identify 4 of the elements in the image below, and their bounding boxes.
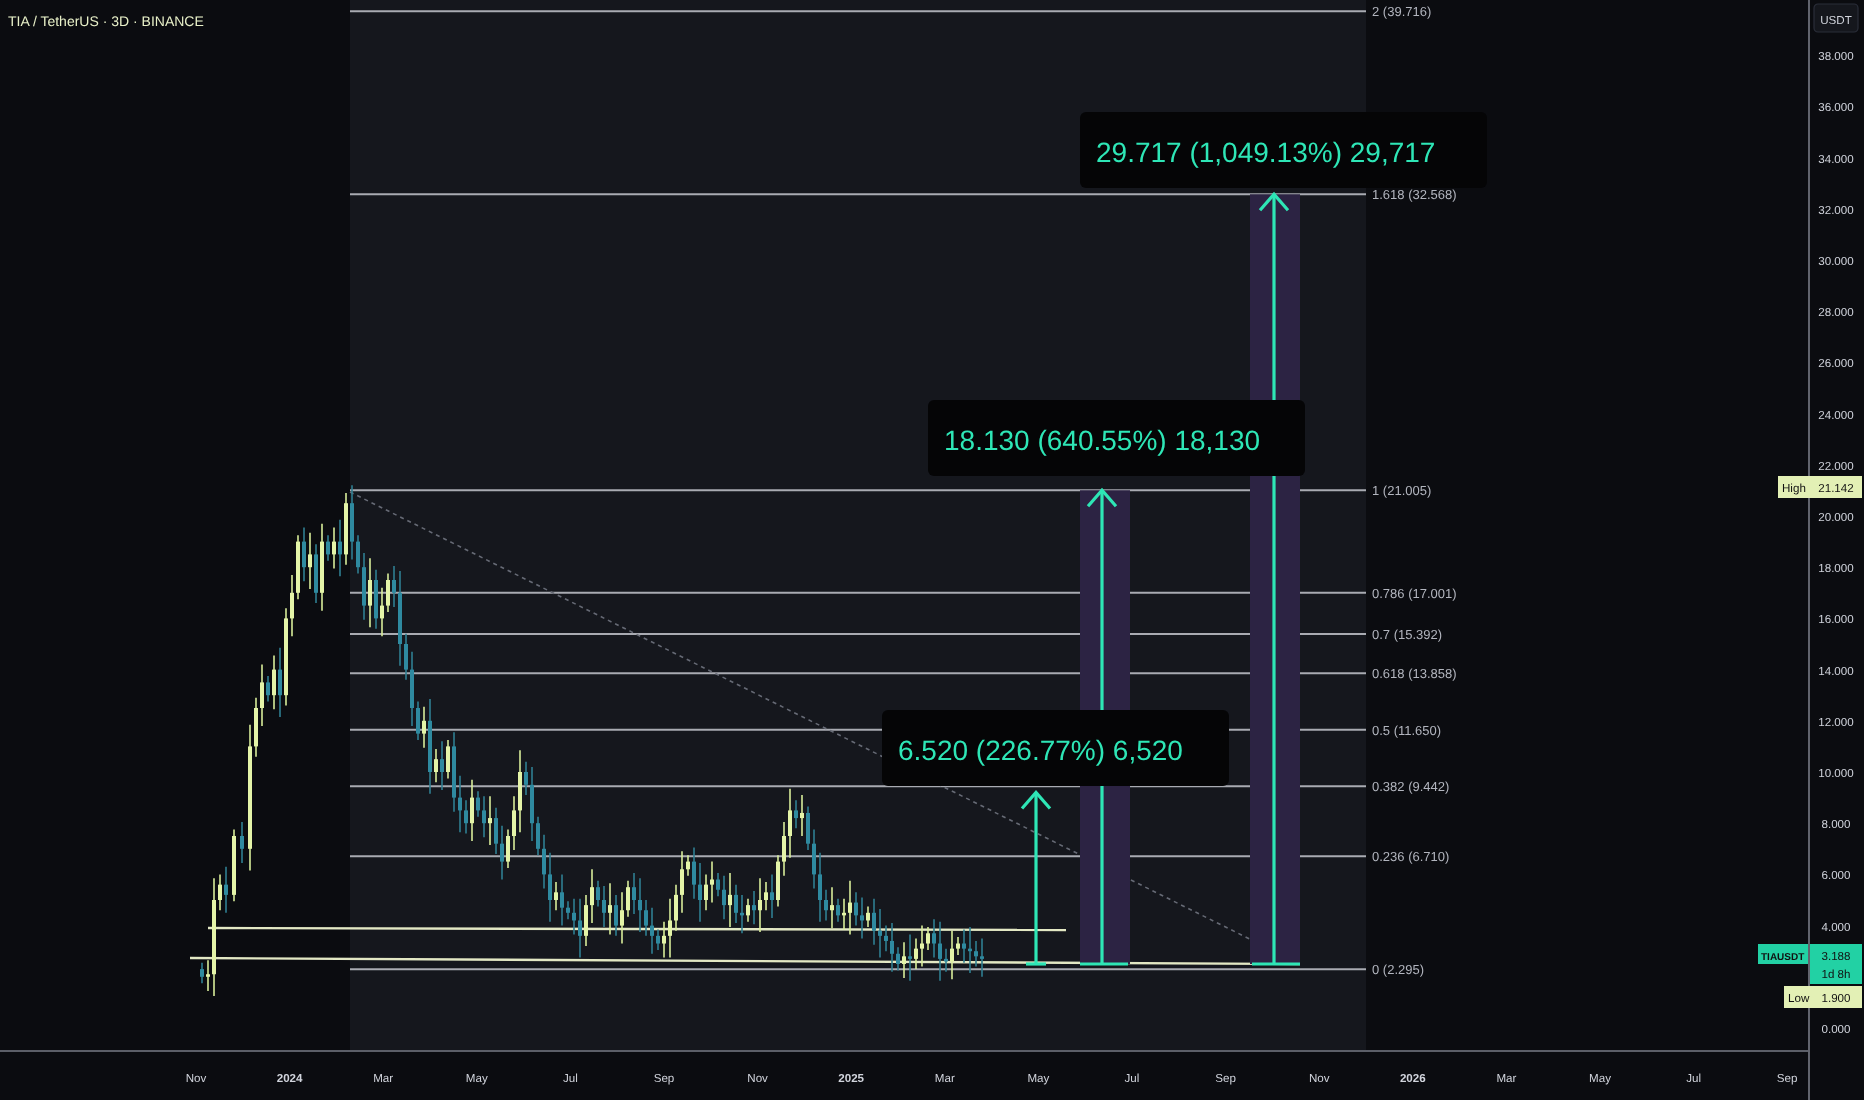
unit-label xyxy=(1813,3,1859,33)
measure-label: 29.717 (1,049.13%) 29,717 xyxy=(1096,136,1436,168)
measure-label: 18.130 (640.55%) 18,130 xyxy=(944,424,1261,456)
measure-label: 6.520 (226.77%) 6,520 xyxy=(898,734,1183,766)
